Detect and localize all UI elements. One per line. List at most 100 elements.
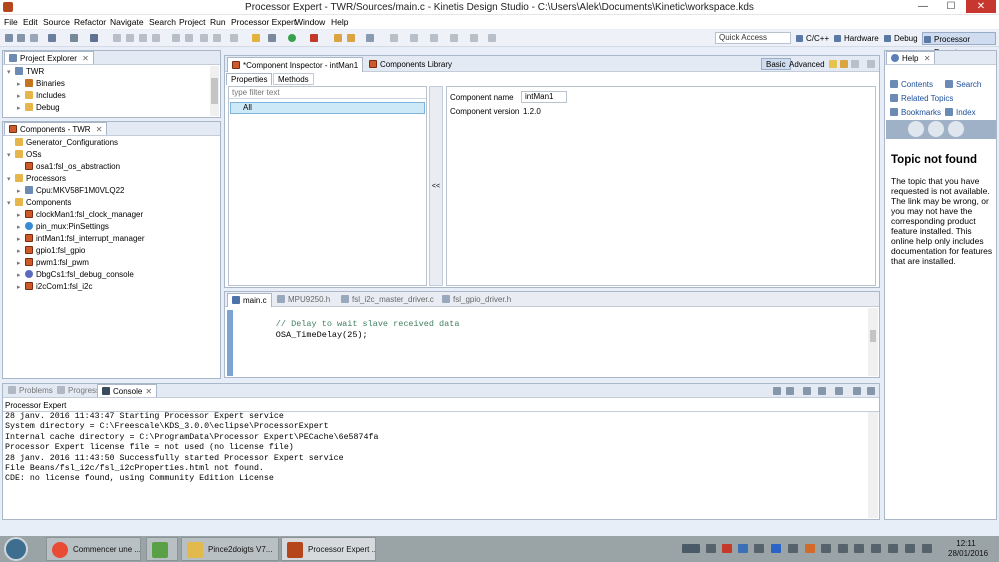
tab-console[interactable]: Console ✕ <box>97 384 158 397</box>
tray-icon[interactable] <box>722 544 732 553</box>
console-scrollbar[interactable] <box>868 412 878 518</box>
toolbar-icon[interactable] <box>488 34 496 42</box>
settings-icon[interactable] <box>70 34 78 42</box>
help-link-index[interactable]: Index <box>945 108 976 117</box>
toolbar-icon[interactable] <box>172 34 180 42</box>
menu-navigate[interactable]: Navigate <box>110 17 144 27</box>
help-link-related-topics[interactable]: Related Topics <box>890 94 953 103</box>
collapse-splitter[interactable]: << <box>429 86 443 286</box>
close-icon[interactable]: ✕ <box>145 387 152 396</box>
gear-icon[interactable] <box>268 34 276 42</box>
component-tree-item[interactable]: Generator_Configurations <box>7 137 118 149</box>
expand-arrow-icon[interactable]: ▸ <box>17 282 25 294</box>
nav-icon[interactable] <box>851 60 859 68</box>
tray-icon[interactable] <box>754 544 764 553</box>
debug-icon[interactable] <box>310 34 318 42</box>
component-tree-item[interactable]: ▸ intMan1:fsl_interrupt_manager <box>17 233 145 245</box>
menu-run[interactable]: Run <box>210 17 226 27</box>
console-tool-icon[interactable] <box>803 387 811 395</box>
tab-component-inspector[interactable]: *Component Inspector - intMan1 <box>227 57 364 72</box>
tray-icon[interactable] <box>788 544 798 553</box>
perspective-hardware[interactable]: Hardware <box>833 32 882 45</box>
tray-icon[interactable] <box>738 544 748 553</box>
task-folder[interactable]: Pince2doigts V7... <box>181 537 279 561</box>
close-icon[interactable]: ✕ <box>924 54 931 63</box>
toolbar-icon[interactable] <box>390 34 398 42</box>
clock[interactable]: 12:11 28/01/2016 <box>948 539 988 559</box>
menu-processor-expert[interactable]: Processor Expert <box>231 17 296 27</box>
new-icon[interactable] <box>5 34 13 42</box>
component-tree-item[interactable]: ▸ gpio1:fsl_gpio <box>17 245 85 257</box>
run-icon[interactable] <box>288 34 296 42</box>
scrollbar-thumb[interactable] <box>211 78 218 104</box>
component-tree-item[interactable]: ▸ pin_mux:PinSettings <box>17 221 109 233</box>
build-icon[interactable] <box>48 34 56 42</box>
note-icon[interactable] <box>829 60 837 68</box>
component-name-field[interactable]: intMan1 <box>521 91 567 103</box>
component-tree-item[interactable]: ▸ i2cCom1:fsl_i2c <box>17 281 92 293</box>
subtab-properties[interactable]: Properties <box>226 73 273 85</box>
editor-scrollbar[interactable] <box>868 308 878 376</box>
perspective-processor-expert[interactable]: Processor Expert <box>922 32 996 57</box>
help-link-contents[interactable]: Contents <box>890 80 933 89</box>
expand-arrow-icon[interactable]: ▾ <box>7 150 15 162</box>
advanced-mode-button[interactable]: Advanced <box>785 58 829 71</box>
component-tree-item[interactable]: ▸ Cpu:MKV58F1M0VLQ22 <box>17 185 125 197</box>
component-tree-item[interactable]: ▾ OSs <box>7 149 42 161</box>
menu-edit[interactable]: Edit <box>23 17 38 27</box>
maximize-view-icon[interactable] <box>867 387 875 395</box>
tab-components[interactable]: Components - TWR ✕ <box>4 122 108 135</box>
open-file-icon[interactable] <box>347 34 355 42</box>
help-link-bookmarks[interactable]: Bookmarks <box>890 108 941 117</box>
scrollbar-thumb[interactable] <box>870 330 876 342</box>
toolbar-icon[interactable] <box>139 34 147 42</box>
quick-access-field[interactable]: Quick Access <box>715 32 791 44</box>
menu-refactor[interactable]: Refactor <box>74 17 106 27</box>
editor-tab-main-c[interactable]: main.c <box>227 293 272 307</box>
toolbar-icon[interactable] <box>185 34 193 42</box>
toolbar-icon[interactable] <box>200 34 208 42</box>
editor-tab-mpu9250[interactable]: MPU9250.h <box>273 293 334 307</box>
tree-item-debug[interactable]: ▸ Debug <box>17 102 60 114</box>
view-menu-icon[interactable] <box>867 60 875 68</box>
tray-icon[interactable] <box>706 544 716 553</box>
perspective-debug[interactable]: Debug <box>883 32 921 45</box>
tray-icon[interactable] <box>805 544 815 553</box>
menu-window[interactable]: Window <box>295 17 325 27</box>
tree-item-binaries[interactable]: ▸ Binaries <box>17 78 65 90</box>
toolbar-icon[interactable] <box>230 34 238 42</box>
bluetooth-icon[interactable] <box>771 544 781 553</box>
toolbar-icon[interactable] <box>152 34 160 42</box>
component-tree-item[interactable]: ▸ pwm1:fsl_pwm <box>17 257 89 269</box>
tab-help[interactable]: Help ✕ <box>886 51 936 64</box>
close-button[interactable]: ✕ <box>966 0 996 13</box>
toolbar-icon[interactable] <box>113 34 121 42</box>
help-link-search[interactable]: Search <box>945 80 981 89</box>
console-tool-icon[interactable] <box>818 387 826 395</box>
minimize-button[interactable]: — <box>910 0 936 13</box>
menu-file[interactable]: File <box>4 17 18 27</box>
back-icon[interactable] <box>450 34 458 42</box>
toolbar-icon[interactable] <box>126 34 134 42</box>
save-all-icon[interactable] <box>30 34 38 42</box>
toolbar-icon[interactable] <box>430 34 438 42</box>
toolbar-icon[interactable] <box>410 34 418 42</box>
editor-tab-i2c-master[interactable]: fsl_i2c_master_driver.c <box>337 293 438 307</box>
volume-icon[interactable] <box>905 544 915 553</box>
code-line-comment[interactable]: // Delay to wait slave received data <box>235 319 460 329</box>
save-icon[interactable] <box>17 34 25 42</box>
toolbar-icon[interactable] <box>213 34 221 42</box>
nav-icon[interactable] <box>840 60 848 68</box>
maximize-button[interactable]: ☐ <box>938 0 964 13</box>
console-tool-icon[interactable] <box>786 387 794 395</box>
component-tree-item[interactable]: ▾ Components <box>7 197 71 209</box>
console-tool-icon[interactable] <box>835 387 843 395</box>
console-tool-icon[interactable] <box>773 387 781 395</box>
keyboard-icon[interactable] <box>682 544 700 553</box>
tree-item-includes[interactable]: ▸ Includes <box>17 90 66 102</box>
menu-source[interactable]: Source <box>43 17 70 27</box>
component-tree-item[interactable]: ▾ Processors <box>7 173 66 185</box>
battery-icon[interactable] <box>871 544 881 553</box>
console-output[interactable]: 28 janv. 2016 11:43:47 Starting Processo… <box>5 412 865 485</box>
menu-search[interactable]: Search <box>149 17 176 27</box>
